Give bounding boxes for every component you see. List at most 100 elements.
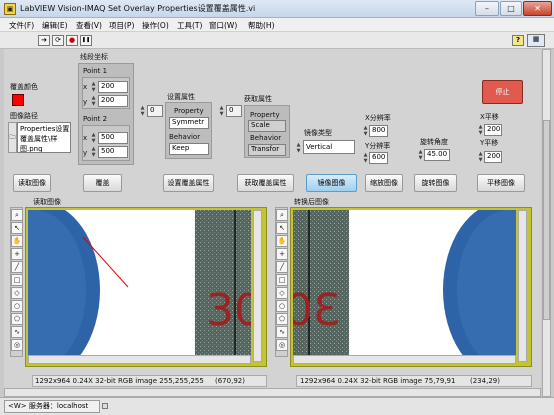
p2-x-field[interactable]: 500: [98, 132, 128, 144]
get-behavior-label: Behavior: [250, 134, 282, 142]
status-bar: <W> 服务器：localhost: [0, 397, 554, 415]
image-path-label: 图像路径: [10, 112, 38, 120]
window-title: LabVIEW Vision-IMAQ Set Overlay Properti…: [20, 4, 256, 13]
p2-y-field[interactable]: 500: [98, 146, 128, 158]
p2-y-spinner[interactable]: ▲ ▼: [90, 146, 97, 158]
run-icon[interactable]: ➔: [38, 35, 50, 46]
right-display-label: 转换后图像: [294, 198, 329, 206]
status-indicator: [102, 403, 108, 409]
get-overlay-props-button[interactable]: 获取覆盖属性: [237, 174, 294, 192]
oval-tool-icon[interactable]: ○: [11, 300, 23, 312]
image-path-field[interactable]: Properties设置覆盖属性\样图.png: [17, 122, 71, 153]
get-index-field[interactable]: 0: [226, 105, 242, 117]
pointer-icon[interactable]: ↖: [276, 222, 288, 234]
oval-tool-icon[interactable]: ○: [276, 300, 288, 312]
p1-y-spinner[interactable]: ▲ ▼: [90, 95, 97, 107]
right-image-digits: 30: [293, 285, 341, 336]
context-help-icon[interactable]: ?: [512, 35, 524, 46]
pan-hand-icon[interactable]: ✋: [276, 235, 288, 247]
get-index-spinner[interactable]: ▲ ▼: [218, 105, 225, 117]
point-tool-icon[interactable]: +: [11, 248, 23, 260]
menu-file[interactable]: 文件(F): [9, 20, 34, 31]
set-behavior-label: Behavior: [169, 133, 201, 141]
right-image-canvas: 30: [293, 210, 516, 362]
overlay-color-box[interactable]: [12, 94, 24, 106]
point-tool-icon[interactable]: +: [276, 248, 288, 260]
menu-edit[interactable]: 编辑(E): [42, 20, 68, 31]
p1-y-field[interactable]: 200: [98, 95, 128, 107]
panel-horizontal-scrollbar[interactable]: [4, 388, 541, 397]
x-res-spinner[interactable]: ▲ ▼: [362, 125, 369, 137]
minimize-button[interactable]: –: [475, 1, 499, 16]
menu-tools[interactable]: 工具(T): [177, 20, 202, 31]
polygon-tool-icon[interactable]: ⬠: [11, 313, 23, 325]
maximize-button[interactable]: □: [500, 1, 522, 16]
set-overlay-props-button[interactable]: 设置覆盖属性: [163, 174, 214, 192]
set-index-spinner[interactable]: ▲ ▼: [139, 105, 146, 117]
set-index-field[interactable]: 0: [147, 105, 163, 117]
stop-button[interactable]: 停止: [482, 80, 523, 104]
abort-icon[interactable]: ●: [66, 35, 78, 46]
p1-x-spinner[interactable]: ▲ ▼: [90, 81, 97, 93]
rotated-rect-tool-icon[interactable]: ◇: [11, 287, 23, 299]
annulus-tool-icon[interactable]: ◎: [276, 339, 288, 351]
rectangle-tool-icon[interactable]: □: [276, 274, 288, 286]
line-tool-icon[interactable]: ╱: [11, 261, 23, 273]
zoom-icon[interactable]: ⌕: [11, 209, 23, 221]
p2-x-spinner[interactable]: ▲ ▼: [90, 132, 97, 144]
mirror-image-button[interactable]: 镜像图像: [306, 174, 357, 192]
p1-x-field[interactable]: 200: [98, 81, 128, 93]
menu-project[interactable]: 项目(P): [109, 20, 134, 31]
left-image-hscroll[interactable]: [28, 355, 251, 364]
polygon-tool-icon[interactable]: ⬠: [276, 313, 288, 325]
freehand-tool-icon[interactable]: ∿: [11, 326, 23, 338]
set-behavior-ring[interactable]: Keep: [169, 143, 209, 155]
y-shift-spinner[interactable]: ▲ ▼: [477, 151, 484, 163]
zoom-icon[interactable]: ⌕: [276, 209, 288, 221]
right-image-hscroll[interactable]: [293, 355, 516, 364]
rot-angle-label: 旋转角度: [420, 138, 448, 146]
left-image-vscroll[interactable]: [253, 210, 262, 362]
rot-angle-field[interactable]: 45.00: [424, 149, 450, 161]
rotate-image-button[interactable]: 旋转图像: [414, 174, 457, 192]
translate-image-button[interactable]: 平移图像: [477, 174, 525, 192]
x-res-field[interactable]: 800: [369, 125, 388, 137]
line-tool-icon[interactable]: ╱: [276, 261, 288, 273]
browse-folder-icon[interactable]: 🗀: [8, 122, 17, 153]
get-props-label: 获取属性: [244, 95, 272, 103]
scrollbar-thumb[interactable]: [543, 120, 550, 320]
pan-hand-icon[interactable]: ✋: [11, 235, 23, 247]
point1-label: Point 1: [83, 67, 108, 75]
rectangle-tool-icon[interactable]: □: [11, 274, 23, 286]
close-button[interactable]: ✕: [523, 1, 552, 16]
y-res-field[interactable]: 600: [369, 152, 388, 164]
y-res-spinner[interactable]: ▲ ▼: [362, 152, 369, 164]
mirror-type-spinner[interactable]: ▲ ▼: [295, 142, 302, 154]
freehand-tool-icon[interactable]: ∿: [276, 326, 288, 338]
vi-connector-icon: ▦: [527, 34, 545, 47]
mirror-type-ring[interactable]: Vertical: [303, 140, 355, 154]
overlay-button[interactable]: 覆盖: [83, 174, 122, 192]
p2-y-label: y: [83, 149, 88, 157]
set-property-ring[interactable]: Symmetr: [169, 117, 209, 129]
x-shift-label: X平移: [480, 113, 499, 121]
annulus-tool-icon[interactable]: ◎: [11, 339, 23, 351]
scale-image-button[interactable]: 缩放图像: [365, 174, 403, 192]
left-image-info: 1292x964 0.24X 32-bit RGB image 255,255,…: [35, 377, 204, 385]
pause-icon[interactable]: ❚❚: [80, 35, 92, 46]
menu-operate[interactable]: 操作(O): [142, 20, 169, 31]
y-shift-field[interactable]: 200: [484, 151, 502, 163]
rot-angle-spinner[interactable]: ▲ ▼: [417, 149, 424, 161]
panel-vertical-scrollbar[interactable]: [542, 49, 551, 397]
x-shift-field[interactable]: 200: [484, 124, 502, 136]
left-image-canvas: 30: [28, 210, 251, 362]
menu-view[interactable]: 查看(V): [76, 20, 102, 31]
read-image-button[interactable]: 读取图像: [13, 174, 51, 192]
menu-window[interactable]: 窗口(W): [209, 20, 237, 31]
x-shift-spinner[interactable]: ▲ ▼: [477, 124, 484, 136]
pointer-icon[interactable]: ↖: [11, 222, 23, 234]
menu-help[interactable]: 帮助(H): [248, 20, 275, 31]
run-continuously-icon[interactable]: ⟳: [52, 35, 64, 46]
rotated-rect-tool-icon[interactable]: ◇: [276, 287, 288, 299]
right-image-vscroll[interactable]: [518, 210, 527, 362]
